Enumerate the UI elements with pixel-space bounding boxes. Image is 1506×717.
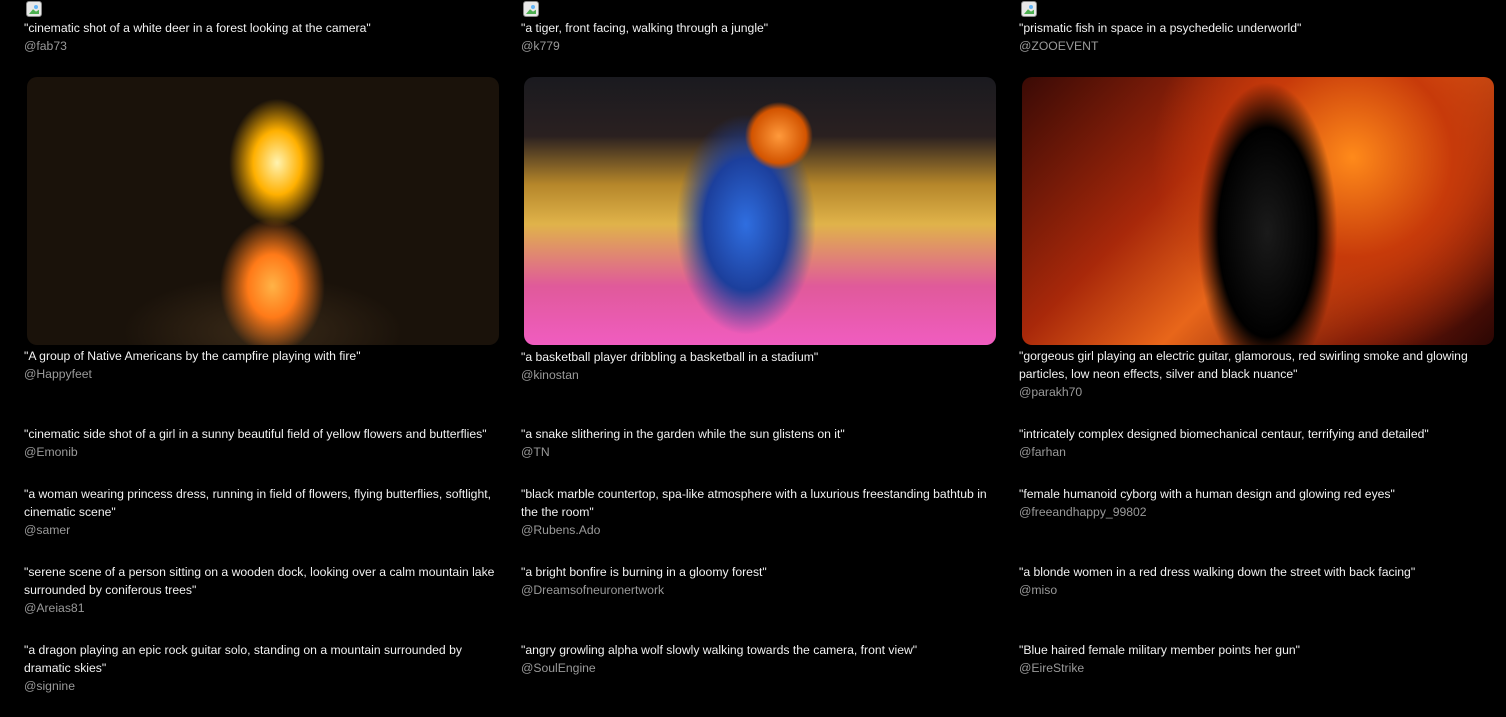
prompt-text: "gorgeous girl playing an electric guita… bbox=[1019, 349, 1468, 381]
prompt-card[interactable]: "female humanoid cyborg with a human des… bbox=[1019, 485, 1497, 521]
prompt-card[interactable]: "a dragon playing an epic rock guitar so… bbox=[24, 641, 502, 695]
prompt-card[interactable]: "Blue haired female military member poin… bbox=[1019, 641, 1497, 677]
featured-image[interactable] bbox=[524, 77, 996, 345]
prompt-card[interactable]: "a woman wearing princess dress, running… bbox=[24, 485, 502, 539]
featured-card[interactable]: "gorgeous girl playing an electric guita… bbox=[1019, 347, 1497, 401]
author-handle[interactable]: @TN bbox=[521, 443, 999, 461]
author-handle[interactable]: @miso bbox=[1019, 581, 1497, 599]
broken-image-icon[interactable] bbox=[523, 1, 539, 17]
prompt-text: "cinematic shot of a white deer in a for… bbox=[24, 21, 371, 35]
prompt-text: "Blue haired female military member poin… bbox=[1019, 643, 1300, 657]
prompt-text: "A group of Native Americans by the camp… bbox=[24, 349, 361, 363]
prompt-text: "a tiger, front facing, walking through … bbox=[521, 21, 769, 35]
featured-image[interactable] bbox=[27, 77, 499, 345]
author-handle[interactable]: @Rubens.Ado bbox=[521, 521, 999, 539]
author-handle[interactable]: @kinostan bbox=[521, 366, 999, 384]
prompt-card[interactable]: "angry growling alpha wolf slowly walkin… bbox=[521, 641, 999, 677]
prompt-text: "a woman wearing princess dress, running… bbox=[24, 487, 491, 519]
author-handle[interactable]: @EireStrike bbox=[1019, 659, 1497, 677]
prompt-text: "female humanoid cyborg with a human des… bbox=[1019, 487, 1395, 501]
prompt-card[interactable]: "a snake slithering in the garden while … bbox=[521, 425, 999, 461]
prompt-text: "a dragon playing an epic rock guitar so… bbox=[24, 643, 462, 675]
prompt-text: "cinematic side shot of a girl in a sunn… bbox=[24, 427, 487, 441]
prompt-text: "a blonde women in a red dress walking d… bbox=[1019, 565, 1416, 579]
prompt-card[interactable]: "a blonde women in a red dress walking d… bbox=[1019, 563, 1497, 599]
prompt-text: "serene scene of a person sitting on a w… bbox=[24, 565, 495, 597]
author-handle[interactable]: @fab73 bbox=[24, 37, 502, 55]
author-handle[interactable]: @parakh70 bbox=[1019, 383, 1497, 401]
author-handle[interactable]: @Emonib bbox=[24, 443, 502, 461]
author-handle[interactable]: @freeandhappy_99802 bbox=[1019, 503, 1497, 521]
prompt-text: "angry growling alpha wolf slowly walkin… bbox=[521, 643, 918, 657]
author-handle[interactable]: @Happyfeet bbox=[24, 365, 502, 383]
prompt-text: "a bright bonfire is burning in a gloomy… bbox=[521, 565, 767, 579]
broken-image-icon[interactable] bbox=[26, 1, 42, 17]
featured-image[interactable] bbox=[1022, 77, 1494, 345]
prompt-text: "intricately complex designed biomechani… bbox=[1019, 427, 1429, 441]
author-handle[interactable]: @farhan bbox=[1019, 443, 1497, 461]
prompt-card[interactable]: "cinematic side shot of a girl in a sunn… bbox=[24, 425, 502, 461]
prompt-text: "black marble countertop, spa-like atmos… bbox=[521, 487, 987, 519]
author-handle[interactable]: @samer bbox=[24, 521, 502, 539]
featured-card[interactable]: "a basketball player dribbling a basketb… bbox=[521, 348, 999, 384]
prompt-text: "prismatic fish in space in a psychedeli… bbox=[1019, 21, 1302, 35]
prompt-text: "a basketball player dribbling a basketb… bbox=[521, 350, 819, 364]
prompt-card[interactable]: "prismatic fish in space in a psychedeli… bbox=[1019, 19, 1497, 55]
author-handle[interactable]: @SoulEngine bbox=[521, 659, 999, 677]
broken-image-icon[interactable] bbox=[1021, 1, 1037, 17]
author-handle[interactable]: @Dreamsofneuronertwork bbox=[521, 581, 999, 599]
prompt-card[interactable]: "cinematic shot of a white deer in a for… bbox=[24, 19, 502, 55]
prompt-card[interactable]: "intricately complex designed biomechani… bbox=[1019, 425, 1497, 461]
author-handle[interactable]: @Areias81 bbox=[24, 599, 502, 617]
prompt-card[interactable]: "a bright bonfire is burning in a gloomy… bbox=[521, 563, 999, 599]
featured-card[interactable]: "A group of Native Americans by the camp… bbox=[24, 347, 502, 383]
prompt-card[interactable]: "black marble countertop, spa-like atmos… bbox=[521, 485, 999, 539]
author-handle[interactable]: @k779 bbox=[521, 37, 999, 55]
prompt-text: "a snake slithering in the garden while … bbox=[521, 427, 845, 441]
prompt-card[interactable]: "serene scene of a person sitting on a w… bbox=[24, 563, 502, 617]
author-handle[interactable]: @signine bbox=[24, 677, 502, 695]
author-handle[interactable]: @ZOOEVENT bbox=[1019, 37, 1497, 55]
prompt-card[interactable]: "a tiger, front facing, walking through … bbox=[521, 19, 999, 55]
